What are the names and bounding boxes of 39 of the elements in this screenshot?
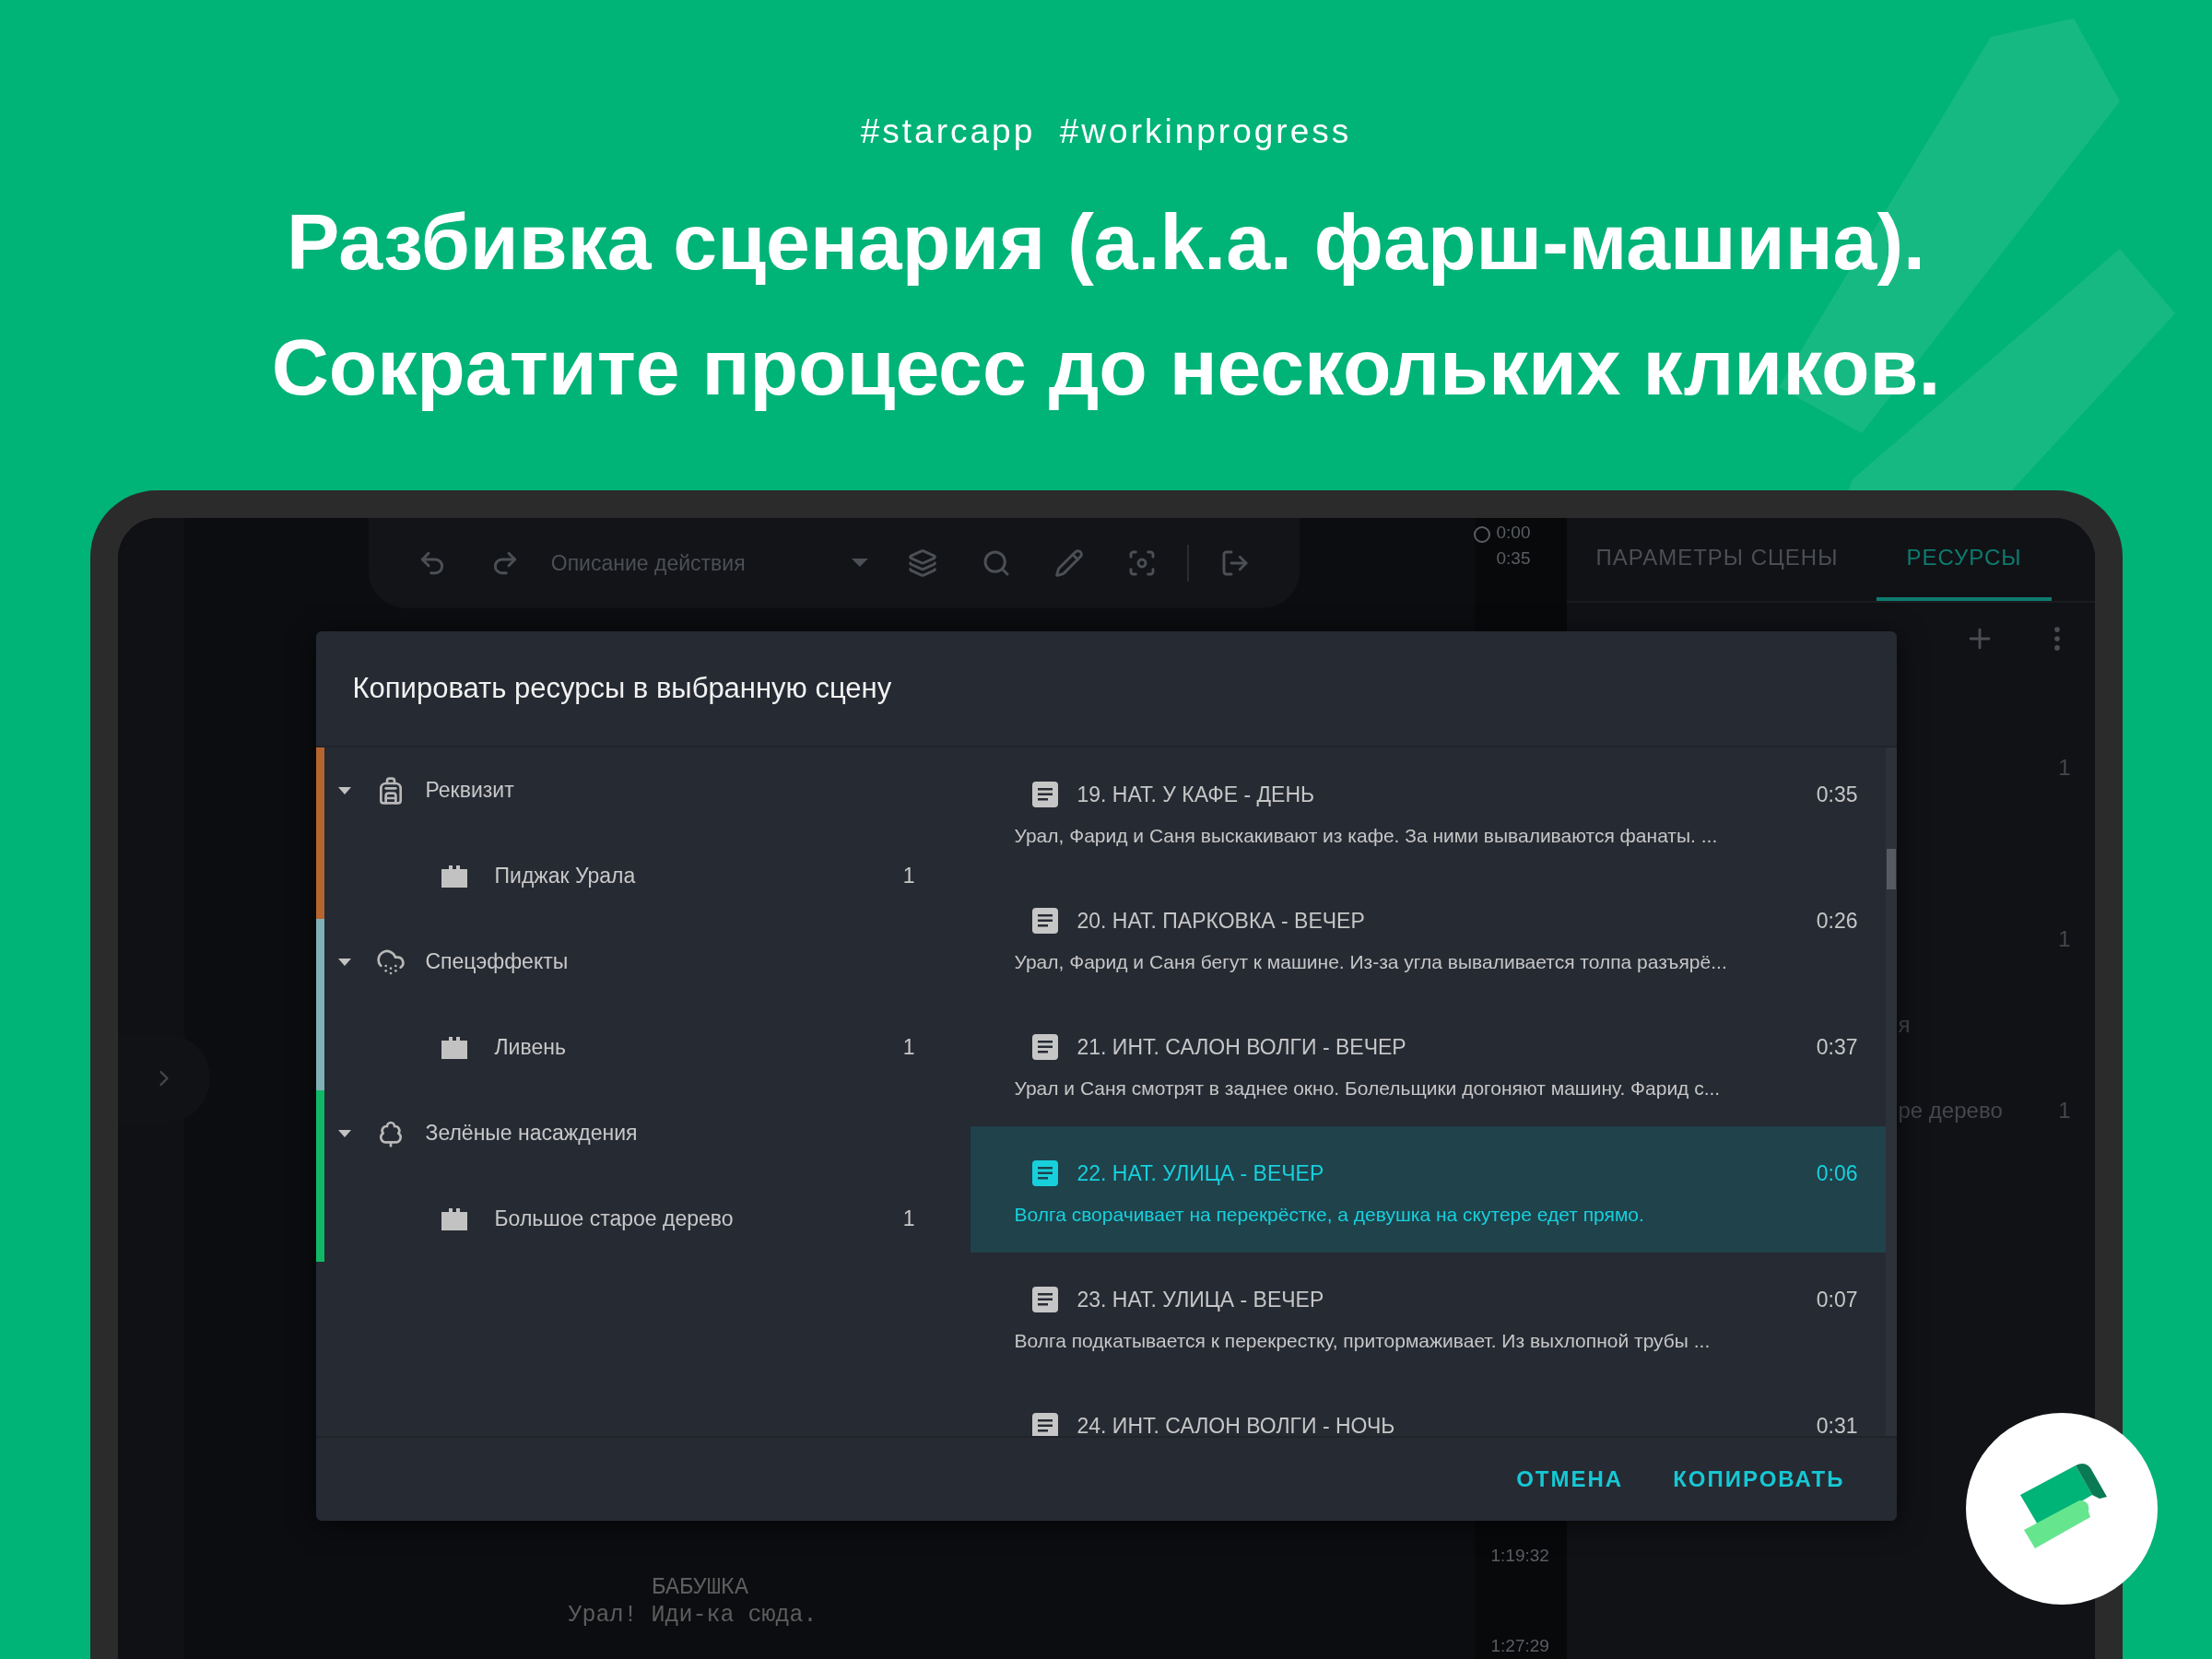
document-icon [1030, 1033, 1059, 1061]
document-icon [1030, 781, 1059, 808]
character-name: БАБУШКА [651, 1574, 749, 1602]
scrollbar[interactable] [1885, 747, 1897, 1436]
scene-item[interactable]: 22. НАТ. УЛИЦА - ВЕЧЕР 0:06 Волга сворачивает на перекрёстке, а девушка на скутере едет прямо. [970, 1126, 1886, 1253]
time-label: 0:00 [1496, 522, 1531, 544]
layers-icon[interactable] [908, 548, 938, 578]
scene-item[interactable]: 19. НАТ. У КАФЕ - ДЕНЬ 0:35 Урал, Фарид и Саня выскакивают из кафе. За ними вываливаются фанаты. ... [970, 747, 1886, 874]
dialogue-line: Урал! Иди-ка сюда. [567, 1602, 818, 1630]
pencil-icon[interactable] [1053, 548, 1084, 578]
dialog-title: Копировать ресурсы в выбранную сцену [351, 671, 893, 706]
document-icon [1030, 1286, 1059, 1313]
group-label: Спецэффекты [425, 949, 569, 974]
hashtags: #starcapp #workinprogress [860, 112, 1352, 151]
resource-count: 1 [902, 1206, 915, 1231]
cancel-button[interactable]: ОТМЕНА [1516, 1466, 1624, 1492]
resource-label: Пиджак Урала [494, 864, 636, 888]
brick-icon [439, 1034, 469, 1061]
resource-label: Ливень [494, 1035, 566, 1060]
group-label: Реквизит [425, 778, 514, 803]
resource-label: Большое старое дерево [494, 1206, 734, 1231]
panel-tab[interactable]: РЕСУРСЫ [1877, 518, 2052, 601]
scene-item[interactable]: 21. ИНТ. САЛОН ВОЛГИ - ВЕЧЕР 0:37 Урал и Саня смотрят в заднее окно. Болельщики догоняют машину. Фарид с... [970, 1000, 1886, 1126]
resource-count: 1 [902, 864, 915, 888]
brick-icon [439, 1206, 469, 1232]
headline: Сократите процесс до нескольких кликов. [271, 322, 1941, 413]
resource-count: 1 [902, 1035, 915, 1060]
scene-item[interactable]: 20. НАТ. ПАРКОВКА - ВЕЧЕР 0:26 Урал, Фарид и Саня бегут к машине. Из-за угла вываливается толпа разъярё... [970, 874, 1886, 1000]
time-label: 1:19:32 [1490, 1545, 1550, 1567]
brick-icon [439, 863, 469, 889]
time-label: 1:27:29 [1490, 1635, 1550, 1657]
document-icon [1030, 1159, 1059, 1187]
copy-button[interactable]: КОПИРОВАТЬ [1673, 1466, 1845, 1492]
headline: Разбивка сценария (a.k.a. фарш-машина). [287, 196, 1925, 288]
document-icon [1030, 907, 1059, 935]
scene-item[interactable]: 23. НАТ. УЛИЦА - ВЕЧЕР 0:07 Волга подкатывается к перекрестку, притормаживает. Из выхлопной трубы ... [970, 1253, 1886, 1379]
group-label: Зелёные насаждения [425, 1121, 638, 1146]
time-label: 0:35 [1496, 547, 1531, 570]
scene-item[interactable]: 24. ИНТ. САЛОН ВОЛГИ - НОЧЬ 0:31 [970, 1379, 1886, 1436]
